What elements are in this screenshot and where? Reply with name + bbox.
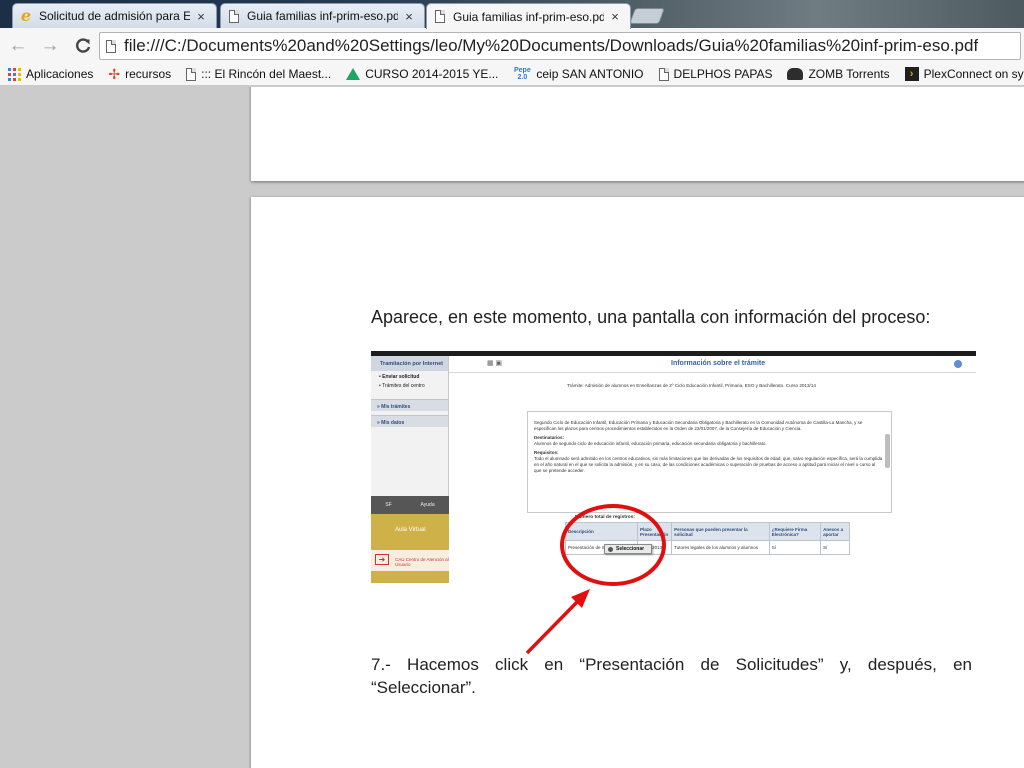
bookmark-label: ceip SAN ANTONIO [536, 67, 644, 81]
back-button[interactable]: ← [6, 34, 30, 58]
table-header: Anexos a aportar [820, 522, 850, 541]
step-text: 7.- Hacemos click en “Presentación de So… [371, 655, 972, 697]
sidebar-section-mis-tramites: » Mis trámites [371, 399, 448, 411]
table-cell: Sí [768, 540, 822, 555]
tab-title: Guia familias inf-prim-eso.pdf [247, 9, 398, 23]
info-intro: Segundo Ciclo de Educación Infantil, Edu… [534, 420, 863, 431]
sidebar-section-label: Mis datos [381, 420, 405, 426]
embedded-screenshot: Tramitación por Internet • Enviar solici… [371, 351, 976, 583]
document-icon [106, 39, 116, 53]
info-req-text: Todo el alumnado será admitido en los ce… [534, 456, 883, 473]
screenshot-title: Información sobre el trámite [671, 360, 766, 367]
tab-title: Solicitud de admisión para Ens [39, 9, 190, 23]
sidebar-header: Tramitación por Internet [371, 356, 448, 371]
pdf-viewer[interactable]: Aparece, en este momento, una pantalla c… [0, 87, 1024, 768]
arrow-icon: ➜ [375, 554, 389, 565]
cau-label: CAU Centro de Atención al Usuario [395, 557, 449, 567]
close-icon[interactable]: × [608, 9, 622, 24]
bookmarks-bar: Aplicaciones ✢ recursos ::: El Rincón de… [0, 63, 1024, 86]
close-icon[interactable]: × [402, 9, 416, 24]
sidebar-section-label: Mis trámites [381, 404, 411, 410]
pdf-page: Aparece, en este momento, una pantalla c… [251, 197, 1024, 768]
tramite-text: Trámite: Admisión de alumnos en Enseñanz… [567, 383, 816, 388]
sidebar-footer-banner [371, 571, 449, 583]
info-dest-text: Alumnos de segundo ciclo de educación in… [534, 441, 767, 446]
pdf-page [251, 87, 1024, 181]
scrollbar [885, 434, 890, 468]
aula-virtual-banner: Aula Virtual [371, 514, 449, 549]
document-icon [433, 10, 447, 24]
sidebar-dark-bar: SF Ayuda [371, 496, 449, 514]
document-icon [227, 9, 241, 23]
popup-label: Seleccionar [616, 546, 645, 552]
screenshot-topbar [371, 351, 976, 356]
zomb-icon [787, 68, 804, 80]
tab-strip: e Solicitud de admisión para Ens × Guia … [0, 0, 1024, 29]
plex-icon: › [904, 67, 919, 81]
sidebar-link-tramites: • Trámites del centro [379, 383, 425, 389]
sidebar-dark-left: SF [385, 502, 392, 508]
tab-guia-2[interactable]: Guia familias inf-prim-eso.pdf × [426, 3, 631, 29]
table-header: Personas que pueden presentar la solicit… [671, 522, 770, 541]
bookmark-rincon[interactable]: ::: El Rincón del Maest... [186, 67, 331, 81]
bookmark-curso[interactable]: CURSO 2014-2015 YE... [346, 67, 498, 81]
bookmark-label: ZOMB Torrents [808, 67, 890, 81]
screenshot-sidebar: Tramitación por Internet • Enviar solici… [371, 356, 449, 583]
document-icon [658, 67, 669, 81]
bookmark-delphos[interactable]: DELPHOS PAPAS [658, 67, 773, 81]
new-tab-button[interactable] [629, 8, 665, 24]
help-icon [954, 360, 962, 368]
close-icon[interactable]: × [194, 9, 208, 24]
table-header-row: Descripción Plazo Presentación Personas … [565, 522, 850, 541]
screenshot-toolbar-icons: ▦ ▣ [487, 360, 503, 367]
table-header: ¿Requiere Firma Electrónica? [768, 522, 822, 541]
sidebar-dark-right: Ayuda [420, 502, 435, 508]
pinwheel-icon: ✢ [108, 66, 121, 82]
bookmark-label: recursos [125, 67, 172, 81]
bookmark-label: PlexConnect on synol... [923, 67, 1024, 81]
bookmark-ceip[interactable]: Pepe 2.0 ceip SAN ANTONIO [513, 67, 644, 81]
pepe-icon: Pepe 2.0 [514, 67, 531, 81]
table-label: Número total de registros: [575, 515, 635, 520]
forward-button[interactable]: → [38, 34, 62, 58]
bookmark-label: DELPHOS PAPAS [673, 67, 773, 81]
divider [449, 372, 976, 373]
cau-banner: ➜ CAU Centro de Atención al Usuario [371, 549, 449, 571]
sidebar-section-mis-datos: » Mis datos [371, 415, 448, 427]
intro-text: Aparece, en este momento, una pantalla c… [371, 307, 931, 327]
toolbar: ← → file:///C:/Documents%20and%20Setting… [0, 28, 1024, 63]
apps-icon [8, 67, 21, 81]
bookmark-recursos[interactable]: ✢ recursos [108, 67, 171, 81]
table-header: Plazo Presentación [636, 522, 673, 541]
info-box: Segundo Ciclo de Educación Infantil, Edu… [527, 411, 892, 513]
table-cell: Tutores legales de los alumnos y alumnos [671, 540, 770, 555]
document-icon [186, 67, 197, 81]
bookmark-label: CURSO 2014-2015 YE... [365, 67, 499, 81]
tab-guia-1[interactable]: Guia familias inf-prim-eso.pdf × [220, 3, 425, 28]
bookmark-zomb[interactable]: ZOMB Torrents [787, 67, 890, 81]
ie-icon: e [20, 6, 32, 25]
bookmark-aplicaciones[interactable]: Aplicaciones [8, 67, 93, 81]
url-text: file:///C:/Documents%20and%20Settings/le… [124, 36, 979, 55]
seleccionar-popup: Seleccionar [604, 544, 652, 554]
reload-button[interactable] [71, 34, 95, 58]
drive-icon [346, 68, 361, 80]
tab-title: Guia familias inf-prim-eso.pdf [453, 9, 604, 24]
reload-icon [76, 37, 91, 53]
table-cell: Sí [820, 540, 850, 555]
table-header: Descripción [565, 522, 638, 541]
sidebar-link-label: Trámites del centro [382, 383, 425, 389]
bookmark-plex[interactable]: › PlexConnect on synol... [904, 67, 1024, 81]
bookmark-label: ::: El Rincón del Maest... [201, 67, 332, 81]
sidebar-link-enviar: • Enviar solicitud [379, 374, 420, 380]
tab-solicitud[interactable]: e Solicitud de admisión para Ens × [12, 3, 217, 28]
gear-icon [608, 546, 613, 552]
address-bar[interactable]: file:///C:/Documents%20and%20Settings/le… [99, 32, 1021, 60]
sidebar-link-label: Enviar solicitud [382, 374, 420, 380]
bookmark-label: Aplicaciones [26, 67, 94, 81]
